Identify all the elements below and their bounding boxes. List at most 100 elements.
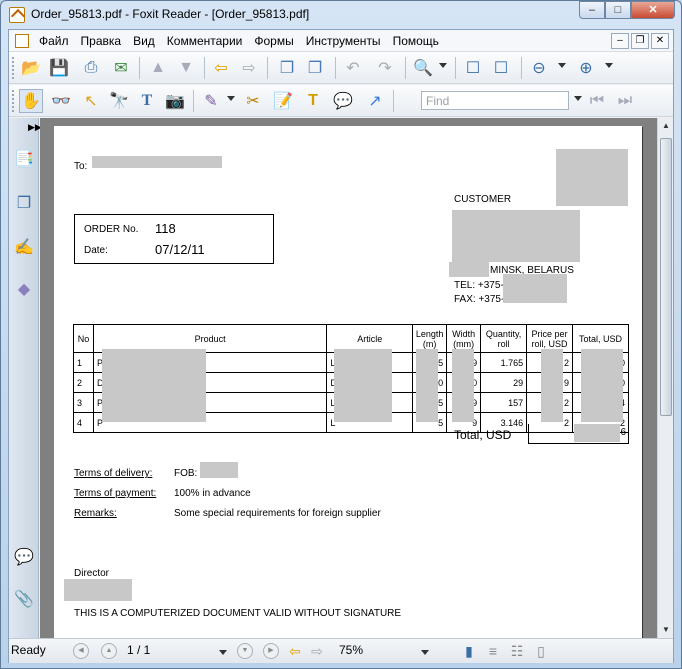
maximize-button[interactable]: □ (605, 1, 631, 19)
find-input[interactable]: Find (421, 91, 569, 110)
fit-width-icon[interactable]: ☐ (489, 56, 513, 80)
date-label: Date: (84, 245, 108, 256)
back-arrow-icon[interactable]: ⇦ (209, 56, 233, 80)
zoom-in-dropdown-arrow-icon[interactable] (605, 63, 613, 68)
first-page-icon[interactable]: ◀ (73, 643, 89, 659)
snapshot-camera-icon[interactable]: 📷 (163, 89, 187, 113)
pencil-icon[interactable]: ✎ (199, 89, 223, 113)
continuous-view-icon[interactable]: ≡ (481, 639, 505, 663)
single-page-view-icon[interactable]: ▮ (457, 639, 481, 663)
pages-icon[interactable]: ❐ (14, 192, 34, 214)
page-number-field[interactable]: 1 / 1 (123, 642, 229, 661)
highlight-note-icon[interactable]: 📝 (271, 89, 295, 113)
page-dropdown-arrow-icon[interactable] (219, 650, 227, 655)
redacted-customer-address (452, 210, 580, 262)
redacted-logo (556, 149, 628, 206)
undo-icon[interactable]: ↶ (341, 56, 365, 80)
redacted-articles (334, 349, 392, 422)
to-label: To: (74, 161, 88, 172)
redo-icon[interactable]: ↷ (373, 56, 397, 80)
page-copy-icon[interactable]: ❐ (275, 56, 299, 80)
total-usd-label: Total, USD (454, 428, 512, 442)
continuous-facing-view-icon[interactable]: ▯ (529, 639, 553, 663)
menu-view[interactable]: Вид (127, 34, 161, 48)
find-next-icon[interactable]: ⏭ (613, 89, 637, 113)
document-icon[interactable] (15, 34, 29, 48)
zoom-level-dropdown-arrow-icon[interactable] (421, 650, 429, 655)
footer-note: THIS IS A COMPUTERIZED DOCUMENT VALID WI… (74, 608, 402, 619)
comments-icon[interactable]: 💬 (14, 546, 34, 568)
fit-page-icon[interactable]: ☐ (461, 56, 485, 80)
vertical-scrollbar[interactable]: ▲ ▼ (657, 118, 673, 638)
document-view[interactable]: To: CUSTOMER MINSK, BELARUS TEL: +375- F… (40, 118, 657, 638)
director-label: Director (74, 568, 110, 579)
zoom-dropdown-arrow-icon[interactable] (439, 63, 447, 68)
redacted-lengths (416, 349, 438, 422)
status-back-arrow-icon[interactable]: ⇦ (283, 639, 307, 663)
toolbar-grip[interactable] (12, 90, 15, 112)
email-icon[interactable]: ✉ (109, 56, 133, 80)
scroll-down-icon[interactable]: ▼ (658, 622, 674, 638)
select-arrow-icon[interactable]: ↖ (79, 89, 103, 113)
menu-edit[interactable]: Правка (75, 34, 128, 48)
row-no: 2 (73, 372, 94, 393)
next-page-icon[interactable]: ▼ (174, 56, 198, 80)
redacted-prices (541, 349, 563, 422)
foxit-app-icon[interactable] (9, 7, 25, 23)
find-previous-icon[interactable]: ⏮ (585, 89, 609, 113)
textbox-icon[interactable]: T (301, 89, 325, 113)
callout-icon[interactable]: 💬 (331, 89, 355, 113)
main-toolbar: 📂 💾 ⎙ ✉ ▲ ▼ ⇦ ⇨ ❐ ❐ ↶ ↷ 🔍 ☐ ☐ ⊖ ⊕ (9, 52, 673, 84)
last-page-icon[interactable]: ▶ (263, 643, 279, 659)
scroll-up-icon[interactable]: ▲ (658, 118, 674, 134)
col-quantity: Quantity, roll (480, 324, 528, 353)
redacted-recipient (92, 156, 222, 168)
attachments-paperclip-icon[interactable]: 📎 (14, 588, 34, 610)
title-bar[interactable]: Order_95813.pdf - Foxit Reader - [Order_… (1, 1, 681, 29)
zoom-in-magnifier-icon[interactable]: 🔍 (411, 56, 435, 80)
eraser-icon[interactable]: ✂ (241, 89, 265, 113)
menu-forms[interactable]: Формы (248, 34, 299, 48)
signatures-icon[interactable]: ✍ (14, 236, 34, 258)
doc-minimize-button[interactable]: – (611, 33, 629, 49)
typewriter-icon[interactable]: T (135, 89, 159, 113)
page-export-icon[interactable]: ❐ (303, 56, 327, 80)
minimize-button[interactable]: – (579, 1, 605, 19)
col-no: No (73, 324, 94, 353)
close-button[interactable]: ✕ (631, 1, 675, 19)
arrow-tool-icon[interactable]: ↗ (363, 89, 387, 113)
redacted-totals (581, 349, 623, 422)
zoom-in-icon[interactable]: ⊕ (574, 56, 598, 80)
redacted-fax (503, 289, 567, 303)
status-forward-arrow-icon[interactable]: ⇨ (305, 639, 329, 663)
find-dropdown-arrow-icon[interactable] (574, 96, 582, 101)
menu-comments[interactable]: Комментарии (161, 34, 249, 48)
menu-file[interactable]: Файл (39, 34, 75, 48)
menu-help[interactable]: Помощь (387, 34, 445, 48)
pencil-dropdown-arrow-icon[interactable] (227, 96, 235, 101)
print-icon[interactable]: ⎙ (79, 56, 103, 80)
navigation-panel: ▶▶ 📑 ❐ ✍ ◆ 💬 📎 (9, 118, 42, 638)
terms-payment-label: Terms of payment: (74, 488, 157, 499)
zoom-out-icon[interactable]: ⊖ (527, 56, 551, 80)
previous-page-icon[interactable]: ▲ (146, 56, 170, 80)
prev-page-icon[interactable]: ▲ (101, 643, 117, 659)
menu-tools[interactable]: Инструменты (300, 34, 387, 48)
doc-close-button[interactable]: ✕ (651, 33, 669, 49)
next-page-status-icon[interactable]: ▼ (237, 643, 253, 659)
scroll-thumb[interactable] (660, 138, 672, 416)
bookmarks-icon[interactable]: 📑 (14, 148, 34, 170)
binoculars-icon[interactable]: 🔭 (107, 89, 131, 113)
open-folder-icon[interactable]: 📂 (19, 56, 43, 80)
select-text-icon[interactable]: 👓 (49, 89, 73, 113)
facing-view-icon[interactable]: ☷ (505, 639, 529, 663)
redacted-widths (452, 349, 474, 422)
terms-payment-value: 100% in advance (174, 488, 251, 499)
save-icon[interactable]: 💾 (47, 56, 71, 80)
toolbar-grip[interactable] (12, 57, 15, 79)
hand-tool-icon[interactable]: ✋ (19, 89, 43, 113)
layers-icon[interactable]: ◆ (14, 278, 34, 300)
forward-arrow-icon[interactable]: ⇨ (237, 56, 261, 80)
zoom-out-dropdown-arrow-icon[interactable] (558, 63, 566, 68)
doc-restore-button[interactable]: ❐ (631, 33, 649, 49)
